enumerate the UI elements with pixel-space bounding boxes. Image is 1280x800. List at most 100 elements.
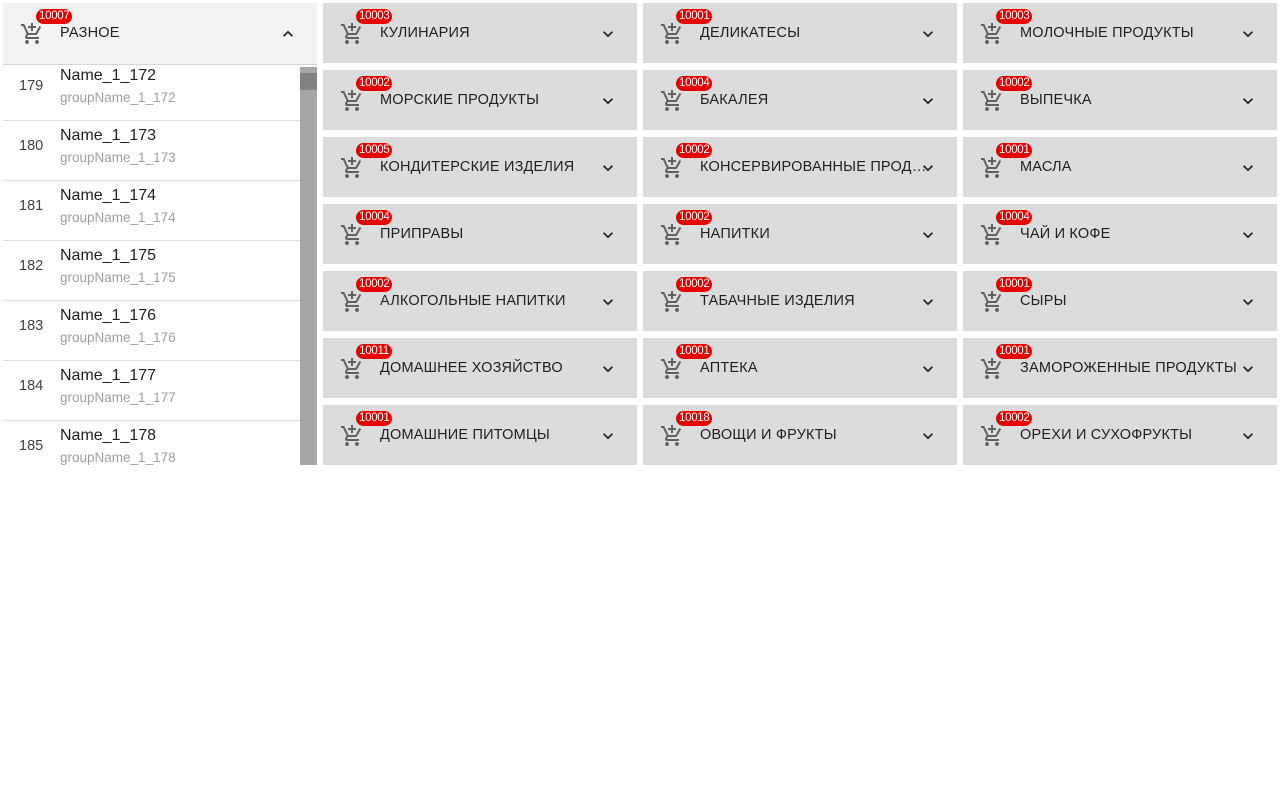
category-label: КОНСЕРВИРОВАННЫЕ ПРОДУКТЫ — [700, 159, 932, 175]
category-tile[interactable]: 10001 МАСЛА — [963, 137, 1277, 197]
count-badge: 10002 — [676, 143, 713, 158]
category-tile[interactable]: 10001 ЗАМОРОЖЕННЫЕ ПРОДУКТЫ — [963, 338, 1277, 398]
chevron-down-icon[interactable] — [918, 225, 938, 245]
category-label: МАСЛА — [1020, 159, 1072, 175]
chevron-down-icon[interactable] — [598, 225, 618, 245]
category-tile[interactable]: 10002 ТАБАЧНЫЕ ИЗДЕЛИЯ — [643, 271, 957, 331]
item-name: Name_1_175 — [60, 247, 157, 264]
category-label: БАКАЛЕЯ — [700, 92, 769, 108]
category-tile-open[interactable]: 10007 РАЗНОЕ — [3, 3, 317, 65]
count-badge: 10002 — [356, 76, 393, 91]
category-tile[interactable]: 10002 КОНСЕРВИРОВАННЫЕ ПРОДУКТЫ — [643, 137, 957, 197]
category-tile[interactable]: 10011 ДОМАШНЕЕ ХОЗЯЙСТВО — [323, 338, 637, 398]
count-badge: 10001 — [356, 411, 393, 426]
category-label: СЫРЫ — [1020, 293, 1067, 309]
chevron-down-icon[interactable] — [1238, 24, 1258, 44]
chevron-down-icon[interactable] — [1238, 158, 1258, 178]
category-tile[interactable]: 10002 АЛКОГОЛЬНЫЕ НАПИТКИ — [323, 271, 637, 331]
chevron-down-icon[interactable] — [1238, 292, 1258, 312]
category-tile[interactable]: 10004 ЧАЙ И КОФЕ — [963, 204, 1277, 264]
chevron-down-icon[interactable] — [598, 24, 618, 44]
category-tile[interactable]: 10001 АПТЕКА — [643, 338, 957, 398]
chevron-down-icon[interactable] — [1238, 426, 1258, 446]
cart-add-icon — [660, 156, 684, 180]
item-group: groupName_1_172 — [60, 90, 176, 105]
chevron-down-icon[interactable] — [598, 158, 618, 178]
scrollbar[interactable] — [300, 67, 317, 465]
category-label: МОЛОЧНЫЕ ПРОДУКТЫ — [1020, 25, 1194, 41]
cart-add-icon — [980, 290, 1004, 314]
cart-add-icon — [980, 89, 1004, 113]
count-badge: 10002 — [996, 76, 1033, 91]
category-tile[interactable]: 10002 ВЫПЕЧКА — [963, 70, 1277, 130]
category-label: ДОМАШНЕЕ ХОЗЯЙСТВО — [380, 360, 563, 376]
chevron-down-icon[interactable] — [918, 24, 938, 44]
category-label: МОРСКИЕ ПРОДУКТЫ — [380, 92, 540, 108]
cart-add-icon — [980, 22, 1004, 46]
item-number: 179 — [19, 78, 44, 94]
count-badge: 10005 — [356, 143, 393, 158]
category-tile[interactable]: 10002 ОРЕХИ И СУХОФРУКТЫ — [963, 405, 1277, 465]
list-item[interactable]: 185 Name_1_178 groupName_1_178 — [3, 421, 300, 465]
count-badge: 10007 — [36, 9, 73, 24]
category-label: РАЗНОЕ — [60, 25, 120, 41]
chevron-down-icon[interactable] — [918, 292, 938, 312]
item-name: Name_1_176 — [60, 307, 157, 324]
category-tile[interactable]: 10001 ДОМАШНИЕ ПИТОМЦЫ — [323, 405, 637, 465]
category-tile[interactable]: 10001 СЫРЫ — [963, 271, 1277, 331]
category-label: АПТЕКА — [700, 360, 758, 376]
chevron-down-icon[interactable] — [598, 91, 618, 111]
chevron-down-icon[interactable] — [918, 158, 938, 178]
item-group: groupName_1_176 — [60, 330, 176, 345]
item-list[interactable]: 179 Name_1_172 groupName_1_172 180 Name_1_17… — [3, 67, 317, 465]
list-item[interactable]: 183 Name_1_176 groupName_1_176 — [3, 301, 300, 361]
chevron-down-icon[interactable] — [598, 426, 618, 446]
category-tile[interactable]: 10004 БАКАЛЕЯ — [643, 70, 957, 130]
chevron-down-icon[interactable] — [598, 292, 618, 312]
list-item[interactable]: 182 Name_1_175 groupName_1_175 — [3, 241, 300, 301]
category-tile[interactable]: 10002 НАПИТКИ — [643, 204, 957, 264]
category-label: ЧАЙ И КОФЕ — [1020, 226, 1111, 242]
list-item[interactable]: 181 Name_1_174 groupName_1_174 — [3, 181, 300, 241]
cart-add-icon — [660, 290, 684, 314]
cart-add-icon — [340, 223, 364, 247]
cart-add-icon — [340, 357, 364, 381]
category-label: ДЕЛИКАТЕСЫ — [700, 25, 801, 41]
category-label: ДОМАШНИЕ ПИТОМЦЫ — [380, 427, 550, 443]
chevron-up-icon[interactable] — [278, 24, 298, 44]
scrollbar-thumb[interactable] — [300, 73, 317, 90]
cart-add-icon — [660, 89, 684, 113]
chevron-down-icon[interactable] — [1238, 359, 1258, 379]
chevron-down-icon[interactable] — [918, 91, 938, 111]
cart-add-icon — [980, 156, 1004, 180]
chevron-down-icon[interactable] — [918, 359, 938, 379]
chevron-down-icon[interactable] — [1238, 225, 1258, 245]
chevron-down-icon[interactable] — [918, 426, 938, 446]
cart-add-icon — [340, 424, 364, 448]
category-tile[interactable]: 10018 ОВОЩИ И ФРУКТЫ — [643, 405, 957, 465]
category-label: АЛКОГОЛЬНЫЕ НАПИТКИ — [380, 293, 566, 309]
cart-add-icon — [20, 22, 44, 46]
count-badge: 10004 — [356, 210, 393, 225]
category-tile[interactable]: 10002 МОРСКИЕ ПРОДУКТЫ — [323, 70, 637, 130]
item-group: groupName_1_173 — [60, 150, 176, 165]
item-number: 180 — [19, 138, 44, 154]
count-badge: 10002 — [676, 210, 713, 225]
chevron-down-icon[interactable] — [1238, 91, 1258, 111]
category-tile[interactable]: 10005 КОНДИТЕРСКИЕ ИЗДЕЛИЯ — [323, 137, 637, 197]
item-number: 181 — [19, 198, 44, 214]
list-item[interactable]: 179 Name_1_172 groupName_1_172 — [3, 67, 300, 121]
chevron-down-icon[interactable] — [598, 359, 618, 379]
category-tile[interactable]: 10003 МОЛОЧНЫЕ ПРОДУКТЫ — [963, 3, 1277, 63]
category-tile[interactable]: 10003 КУЛИНАРИЯ — [323, 3, 637, 63]
list-item[interactable]: 180 Name_1_173 groupName_1_173 — [3, 121, 300, 181]
count-badge: 10002 — [996, 411, 1033, 426]
count-badge: 10002 — [676, 277, 713, 292]
item-group: groupName_1_174 — [60, 210, 176, 225]
item-name: Name_1_172 — [60, 67, 157, 84]
category-tile[interactable]: 10001 ДЕЛИКАТЕСЫ — [643, 3, 957, 63]
category-tile[interactable]: 10004 ПРИПРАВЫ — [323, 204, 637, 264]
category-label: НАПИТКИ — [700, 226, 770, 242]
list-item[interactable]: 184 Name_1_177 groupName_1_177 — [3, 361, 300, 421]
item-name: Name_1_178 — [60, 427, 157, 444]
